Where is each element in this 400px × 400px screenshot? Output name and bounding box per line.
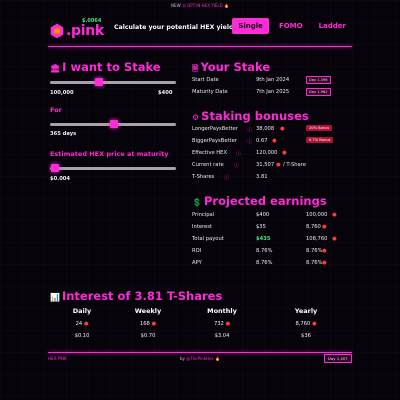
yearly-usd: $36 bbox=[301, 333, 311, 339]
amount-value: $400 bbox=[158, 90, 173, 96]
interest-title: 📊 Interest of 3.81 T-Shares bbox=[50, 289, 223, 303]
maturity-day-badge: Day 1,962 bbox=[306, 88, 331, 96]
price-slider[interactable] bbox=[50, 164, 176, 172]
hex-coin-icon: ● bbox=[322, 248, 327, 254]
daily-hex: 24 ● bbox=[75, 321, 89, 327]
t-shares-row: T-Shares ⓘ 3.81 bbox=[192, 174, 268, 181]
logo[interactable]: $.0064 .pink bbox=[48, 16, 108, 44]
col-monthly: Monthly bbox=[207, 307, 237, 315]
col-weekly: Weekly bbox=[134, 307, 162, 315]
earnings-row: Total payout $435 108,760 ● bbox=[192, 236, 337, 242]
stake-title: 🏛 I want to Stake bbox=[50, 60, 161, 74]
gear-icon: ⚙ bbox=[192, 113, 200, 122]
bonuses-title: ⚙ Staking bonuses bbox=[192, 109, 309, 123]
info-icon[interactable]: ⓘ bbox=[234, 162, 239, 169]
maturity-date-row: Maturity Date 7th Jan 2025 Day 1,962 bbox=[192, 88, 352, 98]
page: NEW: ₿ OPT-IN HEX YIELD 🔥 $.0064 .pink C… bbox=[0, 0, 400, 400]
hex-coin-icon: ● bbox=[322, 260, 327, 266]
hex-coin-icon: ● bbox=[322, 224, 327, 230]
hex-coin-icon: ● bbox=[225, 321, 231, 327]
bigger-bonus-badge: 0.7% Bonus bbox=[306, 137, 334, 143]
current-rate-row: Current rate ⓘ 31,507 ● / T-Share bbox=[192, 162, 306, 169]
hex-coin-icon: ● bbox=[83, 321, 89, 327]
hex-coin-icon: ● bbox=[282, 150, 287, 156]
tab-ladder[interactable]: Ladder bbox=[313, 18, 352, 34]
info-icon[interactable]: ⓘ bbox=[224, 174, 229, 181]
price-slider-thumb[interactable] bbox=[51, 164, 60, 172]
hex-coin-icon: ● bbox=[332, 212, 337, 218]
weekly-usd: $0.70 bbox=[140, 333, 156, 339]
earnings-row: Principal $400 100,000 ● bbox=[192, 212, 337, 218]
footer-divider bbox=[48, 352, 352, 353]
info-icon[interactable]: ⓘ bbox=[247, 138, 252, 145]
for-label: For bbox=[50, 106, 62, 114]
current-day-badge: Day 1,407 bbox=[324, 354, 352, 363]
daily-usd: $0.10 bbox=[74, 333, 90, 339]
effective-hex-row: Effective HEX ⓘ 120,000 ● bbox=[192, 150, 287, 157]
price-value: $0.004 bbox=[50, 176, 71, 182]
longer-pays-row: LongerPaysBetter ⓘ 38,008 ● 20% Bonus bbox=[192, 125, 352, 135]
header-divider bbox=[48, 46, 352, 47]
tagline: Calculate your potential HEX yield bbox=[114, 24, 234, 31]
earnings-title: 💲 Projected earnings bbox=[192, 194, 327, 208]
hex-coin-icon: ● bbox=[272, 138, 277, 144]
col-daily: Daily bbox=[72, 307, 92, 315]
col-yearly: Yearly bbox=[294, 307, 318, 315]
yearly-hex: 8,760 ● bbox=[295, 321, 317, 327]
days-slider-thumb[interactable] bbox=[110, 120, 119, 128]
header: $.0064 .pink Calculate your potential HE… bbox=[48, 12, 352, 46]
weekly-hex: 168 ● bbox=[139, 321, 157, 327]
bank-icon: 🏛 bbox=[50, 64, 61, 73]
days-value: 365 days bbox=[50, 131, 77, 137]
logo-text: .pink bbox=[66, 23, 104, 39]
hex-coin-icon: ● bbox=[280, 126, 285, 132]
bar-chart-icon: 📊 bbox=[50, 293, 60, 302]
nav: Single FOMO Ladder bbox=[232, 18, 352, 34]
hex-logo-icon bbox=[50, 23, 64, 39]
money-icon: 💲 bbox=[192, 198, 202, 207]
info-icon[interactable]: ⓘ bbox=[247, 126, 252, 133]
your-stake-title: 🗎 Your Stake bbox=[192, 60, 271, 74]
amount-slider[interactable] bbox=[50, 78, 176, 86]
longer-bonus-badge: 20% Bonus bbox=[306, 125, 333, 131]
earnings-row: Interest $35 8,760 ● bbox=[192, 224, 327, 230]
tab-single[interactable]: Single bbox=[232, 18, 269, 34]
earnings-row: APY 8.76% 8.76% ● bbox=[192, 260, 327, 266]
monthly-usd: $3.04 bbox=[214, 333, 230, 339]
amount-min: 100,000 bbox=[50, 90, 74, 96]
tab-fomo[interactable]: FOMO bbox=[273, 18, 309, 34]
info-icon[interactable]: ⓘ bbox=[236, 150, 241, 157]
start-date-row: Start Date 9th Jan 2024 Day 1,396 bbox=[192, 76, 352, 86]
announcement-bar[interactable]: NEW: ₿ OPT-IN HEX YIELD 🔥 bbox=[0, 3, 400, 8]
amount-slider-thumb[interactable] bbox=[94, 78, 103, 86]
earnings-row: ROI 8.76% 8.76% ● bbox=[192, 248, 327, 254]
hex-coin-icon: ● bbox=[311, 321, 317, 327]
hex-coin-icon: ● bbox=[276, 162, 281, 168]
price-label: Estimated HEX price at maturity bbox=[50, 150, 169, 158]
start-day-badge: Day 1,396 bbox=[306, 76, 331, 84]
days-slider[interactable] bbox=[50, 120, 176, 128]
hex-coin-icon: ● bbox=[332, 236, 337, 242]
monthly-hex: 732 ● bbox=[213, 321, 231, 327]
document-icon: 🗎 bbox=[192, 64, 199, 73]
hex-coin-icon: ● bbox=[151, 321, 157, 327]
bigger-pays-row: BiggerPaysBetter ⓘ 0.67 ● 0.7% Bonus bbox=[192, 137, 352, 147]
